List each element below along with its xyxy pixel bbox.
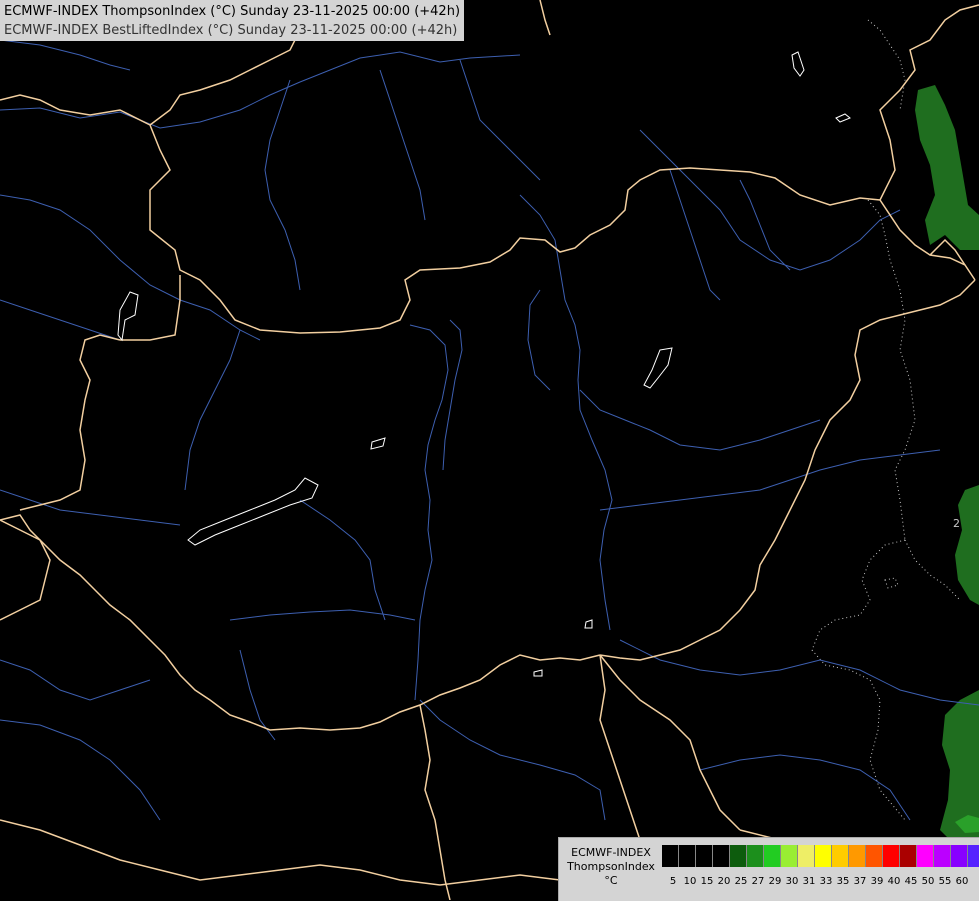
legend-swatch (934, 845, 951, 867)
legend-label: ECMWF-INDEX ThompsonIndex °C (563, 846, 659, 888)
legend-swatch (713, 845, 730, 867)
map-title-box: ECMWF-INDEX ThompsonIndex (°C) Sunday 23… (0, 0, 465, 41)
color-legend: ECMWF-INDEX ThompsonIndex °C 5 10 15 20 25 27… (558, 837, 979, 901)
legend-swatch (883, 845, 900, 867)
legend-swatch (679, 845, 696, 867)
map-title-primary: ECMWF-INDEX ThompsonIndex (°C) Sunday 23… (4, 4, 461, 19)
legend-swatch (849, 845, 866, 867)
legend-swatch (917, 845, 934, 867)
legend-swatch (815, 845, 832, 867)
legend-swatch (781, 845, 798, 867)
legend-swatch (798, 845, 815, 867)
legend-label-model: ECMWF-INDEX (571, 846, 651, 859)
legend-swatch (866, 845, 883, 867)
legend-swatch (951, 845, 968, 867)
legend-swatch (900, 845, 917, 867)
legend-swatch (832, 845, 849, 867)
legend-swatch (747, 845, 764, 867)
legend-swatch (662, 845, 679, 867)
legend-label-index: ThompsonIndex (567, 860, 655, 873)
legend-swatch (696, 845, 713, 867)
legend-swatch (968, 845, 979, 867)
legend-tick-label: 60 (955, 876, 969, 887)
contour-label: 2 (953, 517, 960, 530)
legend-color-scale (662, 845, 979, 867)
legend-label-unit: °C (604, 874, 618, 887)
legend-swatch (730, 845, 747, 867)
weather-map: 2 (0, 0, 979, 900)
legend-swatch (764, 845, 781, 867)
map-title-secondary: ECMWF-INDEX BestLiftedIndex (°C) Sunday … (4, 23, 458, 38)
